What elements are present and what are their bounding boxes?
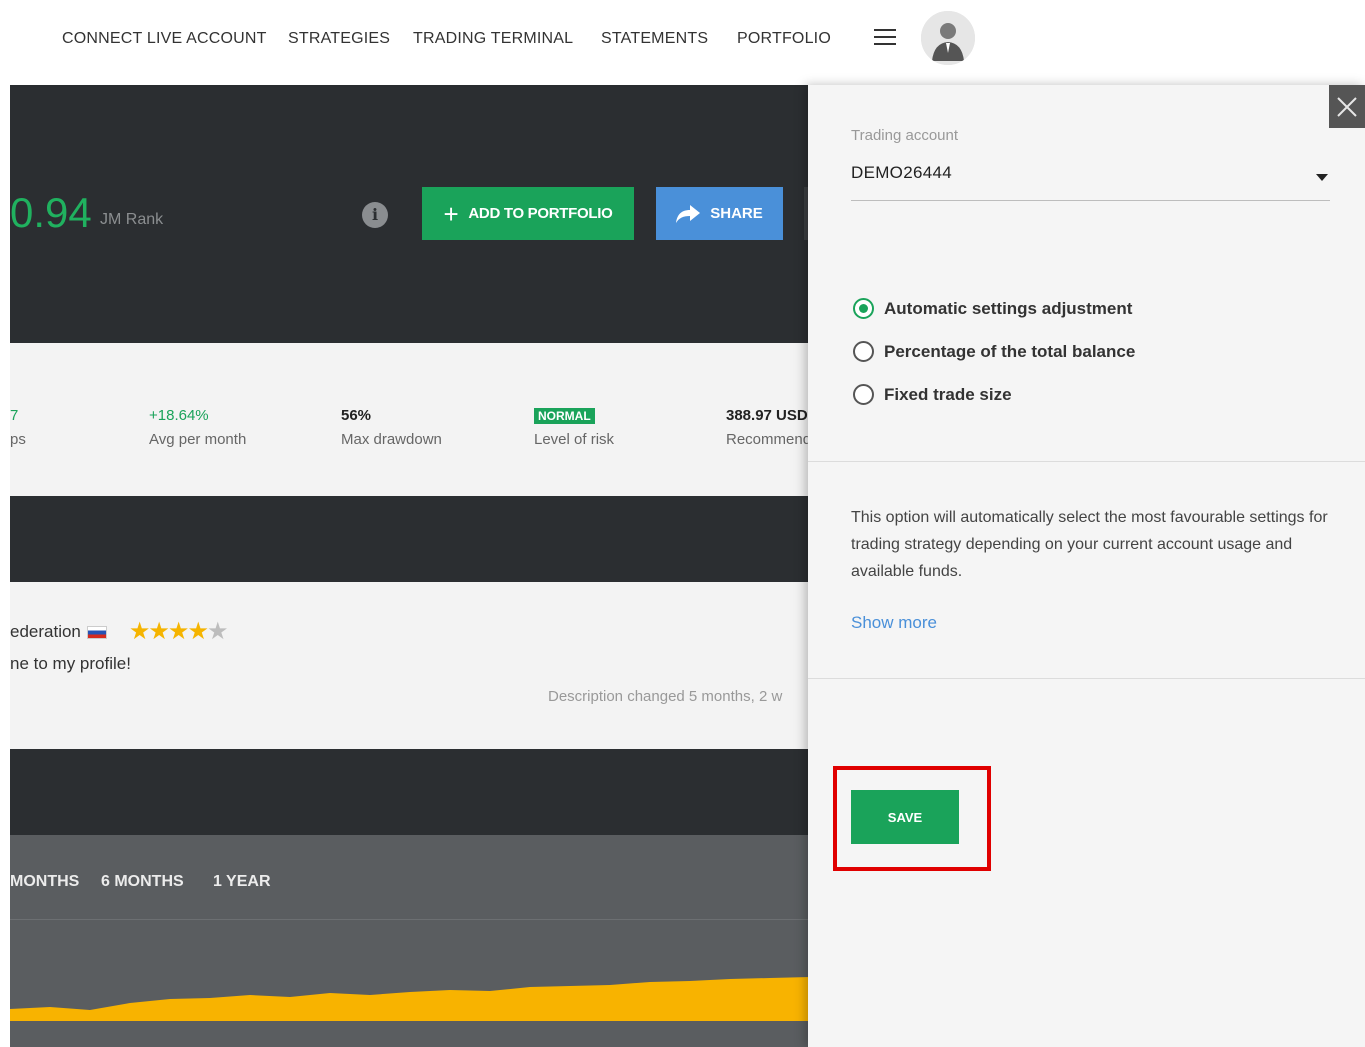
russia-flag-icon [86, 625, 107, 639]
radio-button[interactable] [853, 298, 874, 319]
equity-area-chart [10, 977, 810, 1021]
save-button[interactable]: SAVE [851, 790, 959, 844]
profile-description: ne to my profile! [10, 654, 131, 673]
radio-fixed-trade-size[interactable]: Fixed trade size [853, 384, 1012, 405]
share-arrow-icon [676, 204, 701, 223]
add-to-portfolio-label: ADD TO PORTFOLIO [468, 205, 613, 222]
radio-button[interactable] [853, 384, 874, 405]
stat-recommended: 388.97 USD Recommended [726, 407, 810, 448]
radio-label: Fixed trade size [884, 384, 1012, 404]
divider [808, 461, 1365, 462]
equity-chart-panel: MONTHS 6 MONTHS 1 YEAR [10, 835, 810, 1047]
country-row: ederation ★★★★★ [10, 618, 229, 645]
chevron-down-icon [1316, 174, 1328, 181]
radio-percentage-balance[interactable]: Percentage of the total balance [853, 341, 1135, 362]
left-edge [0, 0, 10, 1047]
chart-divider [10, 919, 810, 920]
stat-max-drawdown: 56% Max drawdown [341, 407, 442, 448]
star-icon: ★ [148, 618, 169, 645]
trading-account-label: Trading account [851, 127, 959, 144]
description-changed: Description changed 5 months, 2 w [548, 688, 783, 705]
add-to-portfolio-button[interactable]: + ADD TO PORTFOLIO [422, 187, 634, 240]
nav-connect-live-account[interactable]: CONNECT LIVE ACCOUNT [62, 30, 267, 48]
close-button[interactable] [1329, 85, 1365, 128]
stat-level-of-risk: NORMAL Level of risk [534, 407, 614, 448]
risk-badge: NORMAL [534, 408, 595, 424]
section-header [10, 749, 810, 835]
stat-label: Recommended [726, 431, 810, 448]
stat-avg-per-month: +18.64% Avg per month [149, 407, 246, 448]
stat-value: +18.64% [149, 407, 209, 424]
star-icon: ★ [167, 618, 189, 645]
period-tab-6-months[interactable]: 6 MONTHS [101, 873, 184, 891]
stat-value: 56% [341, 407, 372, 424]
star-icon: ★ [187, 618, 208, 645]
info-icon[interactable]: i [362, 202, 388, 228]
profile-section: ederation ★★★★★ ne to my profile! Descri… [10, 582, 810, 749]
stat-value: 388.97 USD [726, 407, 808, 424]
section-header [10, 496, 810, 582]
radio-label: Automatic settings adjustment [884, 298, 1133, 318]
hamburger-menu-icon[interactable] [874, 29, 896, 47]
nav-portfolio[interactable]: PORTFOLIO [737, 30, 831, 48]
plus-icon: + [443, 198, 459, 229]
country-name: ederation [10, 622, 81, 641]
nav-trading-terminal[interactable]: TRADING TERMINAL [413, 30, 573, 48]
top-navigation: CONNECT LIVE ACCOUNT STRATEGIES TRADING … [10, 0, 1365, 85]
stat-label: Max drawdown [341, 431, 442, 448]
nav-statements[interactable]: STATEMENTS [601, 30, 708, 48]
equity-area [10, 977, 810, 1021]
rank-value: 0.94 [10, 189, 92, 236]
option-description: This option will automatically select th… [851, 509, 1328, 580]
stat-label: Avg per month [149, 431, 247, 448]
trading-account-value: DEMO26444 [851, 163, 952, 182]
rank-label: JM Rank [100, 211, 164, 228]
user-avatar-icon [921, 11, 975, 65]
radio-button[interactable] [853, 341, 874, 362]
star-icon: ★ [128, 618, 150, 645]
share-button[interactable]: SHARE [656, 187, 783, 240]
stat-value: 7 [10, 407, 19, 424]
star-empty-icon: ★ [206, 618, 228, 645]
radio-label: Percentage of the total balance [884, 341, 1136, 361]
copy-settings-drawer: Trading account DEMO26444 Automatic sett… [808, 85, 1365, 1047]
trading-account-select[interactable]: DEMO26444 [851, 163, 1330, 201]
nav-strategies[interactable]: STRATEGIES [288, 30, 390, 48]
avatar[interactable] [921, 11, 975, 65]
stats-row: 7 ps +18.64% Avg per month 56% Max drawd… [10, 343, 810, 496]
rating-stars: ★★★★★ [128, 618, 229, 645]
strategy-header: 0.94 JM Rank i + ADD TO PORTFOLIO SHARE [10, 85, 810, 343]
radio-automatic-settings[interactable]: Automatic settings adjustment [853, 298, 1132, 319]
period-tab-months[interactable]: MONTHS [10, 873, 79, 891]
period-tab-1-year[interactable]: 1 YEAR [213, 873, 271, 891]
show-more-link[interactable]: Show more [851, 613, 937, 633]
stat-cut: 7 ps [10, 407, 26, 448]
share-label: SHARE [710, 205, 763, 222]
stat-label: ps [10, 431, 26, 448]
close-icon [1337, 96, 1357, 117]
stat-label: Level of risk [534, 431, 615, 448]
divider [808, 678, 1365, 679]
